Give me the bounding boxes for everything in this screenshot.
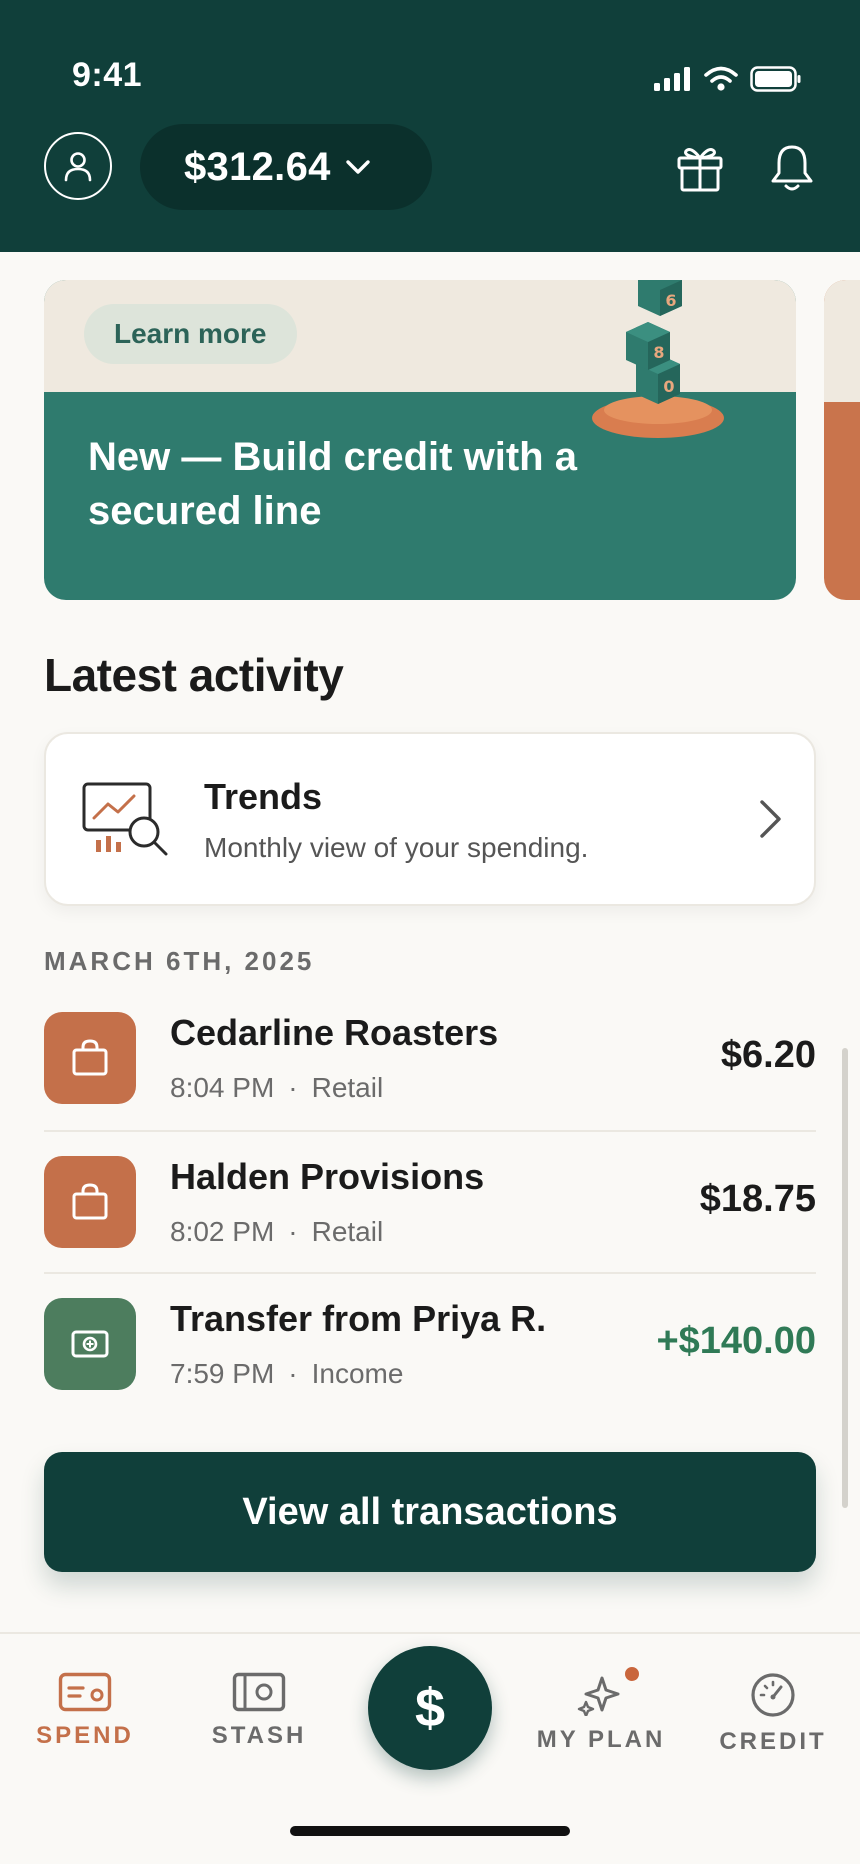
tab-stash-label: STASH <box>211 1722 307 1749</box>
balance-selector[interactable]: $312.64 <box>140 124 432 210</box>
transaction-time: 7:59 PM <box>170 1358 275 1389</box>
view-all-transactions-button[interactable]: View all transactions <box>44 1452 816 1572</box>
tab-my-plan[interactable]: MY PLAN <box>526 1672 676 1754</box>
art-digit-top: 6 <box>665 291 676 310</box>
meta-separator: · <box>288 1216 298 1247</box>
trends-title: Trends <box>204 776 323 817</box>
move-money-button[interactable]: $ <box>368 1646 492 1770</box>
row-divider <box>44 1130 816 1132</box>
spend-card-icon <box>58 1672 112 1712</box>
retail-category-badge <box>44 1012 136 1104</box>
transaction-amount: $18.75 <box>699 1178 816 1220</box>
transaction-amount: $6.20 <box>720 1034 816 1076</box>
transaction-row[interactable]: Transfer from Priya R. 7:59 PM · Income … <box>44 1298 816 1442</box>
learn-more-button[interactable]: Learn more <box>84 304 297 364</box>
trends-subtitle: Monthly view of your spending. <box>204 832 589 863</box>
scrollbar[interactable] <box>842 1048 848 1508</box>
transaction-merchant: Cedarline Roasters <box>170 1012 499 1053</box>
tab-credit[interactable]: CREDIT <box>698 1672 848 1756</box>
wifi-icon <box>704 66 738 91</box>
tab-my-plan-label: MY PLAN <box>536 1726 666 1753</box>
shopping-bag-icon <box>72 1039 108 1076</box>
transaction-row[interactable]: Halden Provisions 8:02 PM · Retail $18.7… <box>44 1156 816 1300</box>
activity-date-header: MARCH 6TH, 2025 <box>44 946 315 976</box>
credit-blocks-illustration: 6 8 0 <box>592 280 724 438</box>
meta-separator: · <box>288 1072 298 1103</box>
income-category-badge <box>44 1298 136 1390</box>
promo-card[interactable]: Learn more New — Build credit with a sec… <box>44 280 796 600</box>
balance-amount: $312.64 <box>184 144 331 189</box>
next-promo-card[interactable] <box>824 280 860 600</box>
sparkle-icon <box>577 1676 620 1716</box>
retail-category-badge <box>44 1156 136 1248</box>
transaction-row[interactable]: Cedarline Roasters 8:04 PM · Retail $6.2… <box>44 1012 816 1156</box>
chevron-down-icon <box>346 160 370 174</box>
battery-icon <box>750 66 801 92</box>
transaction-merchant: Transfer from Priya R. <box>170 1298 547 1339</box>
transaction-category: Income <box>311 1358 404 1389</box>
latest-activity-title: Latest activity <box>44 649 344 701</box>
gift-icon <box>677 148 723 192</box>
plan-notification-dot <box>622 1664 642 1684</box>
transaction-amount: +$140.00 <box>656 1320 816 1362</box>
tab-credit-label: CREDIT <box>719 1728 827 1755</box>
transaction-meta: 7:59 PM · Income <box>170 1358 403 1390</box>
gauge-icon <box>751 1673 795 1717</box>
art-digit-middle: 8 <box>653 343 664 362</box>
home-indicator <box>290 1826 570 1836</box>
transaction-category: Retail <box>311 1072 384 1103</box>
tab-stash[interactable]: STASH <box>184 1672 334 1750</box>
app-header: 9:41 $312.64 <box>0 0 860 252</box>
next-promo-card-top <box>824 280 860 402</box>
tab-spend-label: SPEND <box>36 1722 134 1749</box>
transaction-meta: 8:02 PM · Retail <box>170 1216 383 1248</box>
stash-icon <box>232 1672 286 1712</box>
promo-title: New — Build credit with a secured line <box>88 435 577 533</box>
user-icon <box>64 152 92 182</box>
notifications-button[interactable] <box>762 138 822 198</box>
meta-separator: · <box>288 1358 298 1389</box>
cash-icon <box>71 1330 109 1358</box>
bell-icon <box>771 145 813 191</box>
transaction-merchant: Halden Provisions <box>170 1156 485 1197</box>
trends-card[interactable]: Trends Monthly view of your spending. <box>44 732 816 906</box>
transaction-time: 8:04 PM <box>170 1072 275 1103</box>
status-time: 9:41 <box>72 56 143 94</box>
chevron-right-icon <box>760 800 781 838</box>
rewards-button[interactable] <box>670 138 730 198</box>
status-icons <box>654 66 802 92</box>
transaction-meta: 8:04 PM · Retail <box>170 1072 383 1104</box>
transaction-time: 8:02 PM <box>170 1216 275 1247</box>
row-divider <box>44 1272 816 1274</box>
trends-chart-icon <box>82 782 168 856</box>
cellular-signal-icon <box>654 67 690 91</box>
shopping-bag-icon <box>72 1183 108 1220</box>
transaction-category: Retail <box>311 1216 384 1247</box>
profile-button[interactable] <box>44 132 112 200</box>
tab-spend[interactable]: SPEND <box>10 1672 160 1750</box>
art-digit-bottom: 0 <box>663 377 674 396</box>
